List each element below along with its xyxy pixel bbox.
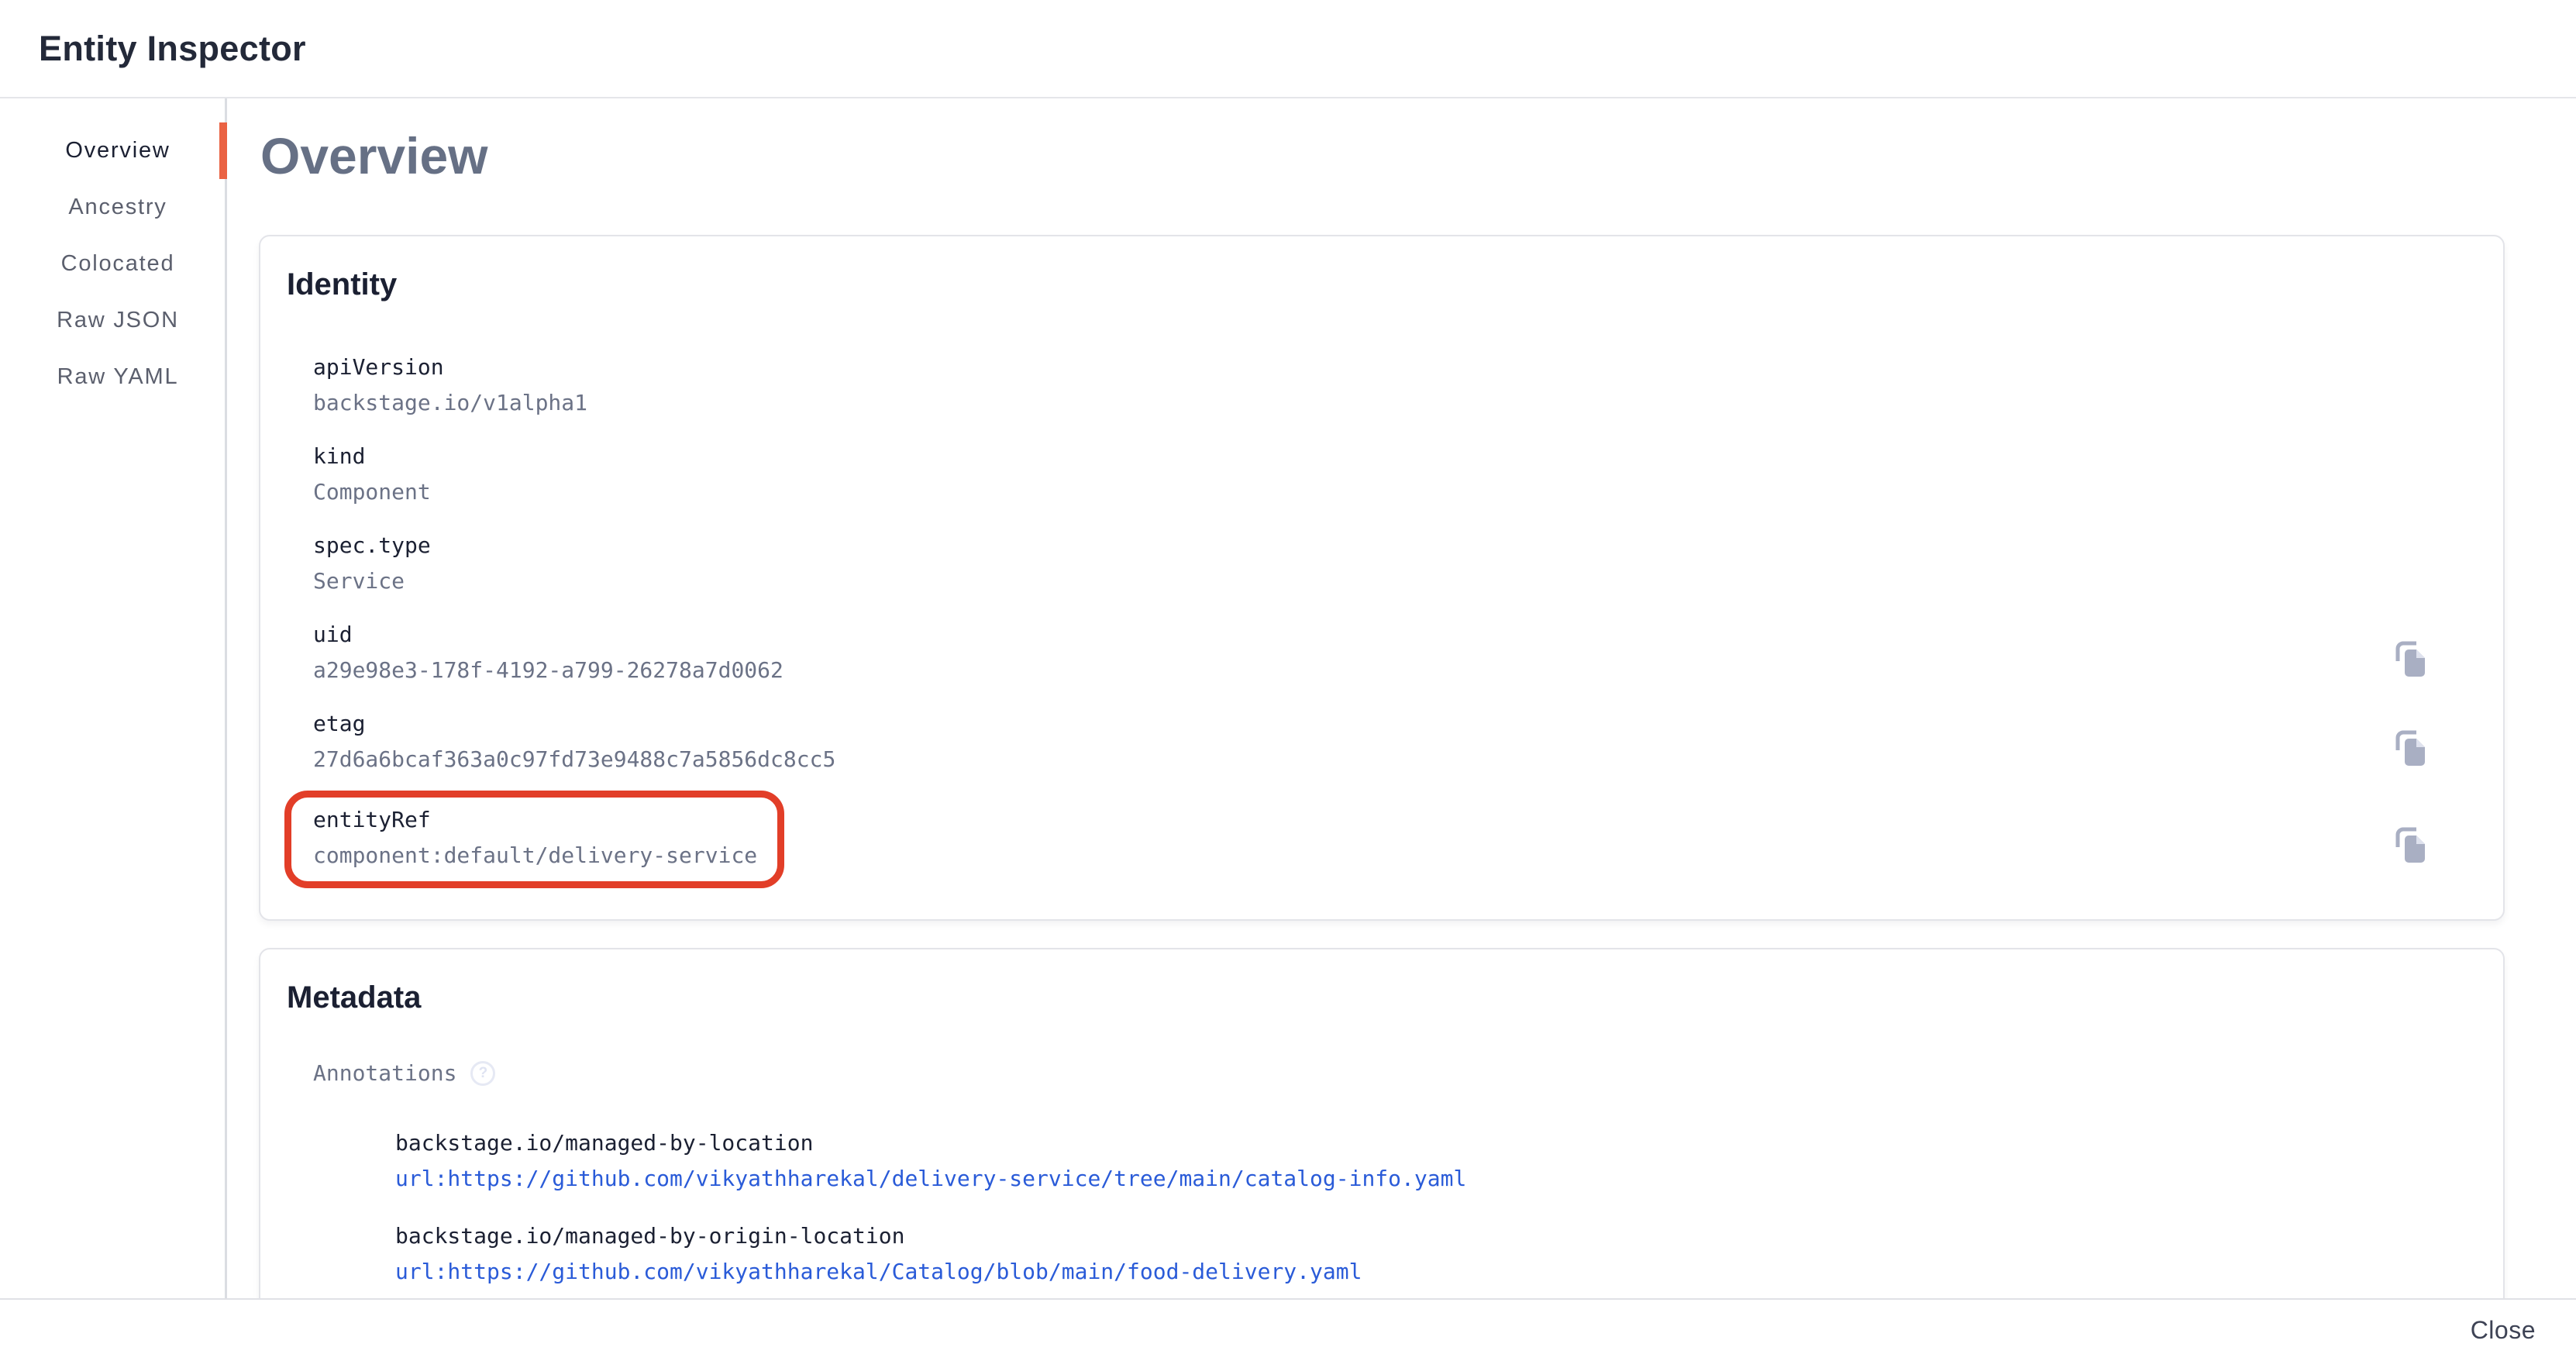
entity-inspector-dialog: Entity Inspector OverviewAncestryColocat… bbox=[0, 0, 2576, 1361]
question-mark-icon[interactable]: ? bbox=[470, 1061, 495, 1086]
close-button[interactable]: Close bbox=[2464, 1308, 2542, 1352]
sidebar: OverviewAncestryColocatedRaw JSONRaw YAM… bbox=[0, 98, 227, 1298]
identity-field-uid: uid a29e98e3-178f-4192-a799-26278a7d0062 bbox=[313, 620, 2477, 685]
field-label: etag bbox=[313, 709, 2477, 739]
annotation-key: backstage.io/managed-by-location bbox=[395, 1128, 2477, 1158]
identity-field-kind: kind Component bbox=[313, 442, 2477, 507]
field-value: Service bbox=[313, 567, 2477, 596]
annotations-label-row: Annotations ? bbox=[313, 1059, 2477, 1088]
field-value: Component bbox=[313, 477, 2477, 507]
annotation-key: backstage.io/managed-by-origin-location bbox=[395, 1221, 2477, 1251]
identity-card-title: Identity bbox=[287, 266, 2477, 303]
field-label: kind bbox=[313, 442, 2477, 471]
identity-card: Identity apiVersion backstage.io/v1alpha… bbox=[259, 235, 2505, 921]
page-title: Overview bbox=[260, 126, 2505, 185]
metadata-card-title: Metadata bbox=[287, 979, 2477, 1016]
sidebar-item-raw-json[interactable]: Raw JSON bbox=[0, 292, 225, 349]
metadata-card: Metadata Annotations ? backstage.io/mana… bbox=[259, 948, 2505, 1298]
identity-field-apiVersion: apiVersion backstage.io/v1alpha1 bbox=[313, 353, 2477, 418]
copy-icon[interactable] bbox=[2394, 826, 2428, 863]
identity-field-etag: etag 27d6a6bcaf363a0c97fd73e9488c7a5856d… bbox=[313, 709, 2477, 774]
main-content: Overview Identity apiVersion backstage.i… bbox=[227, 98, 2576, 1298]
field-content: kind Component bbox=[313, 442, 2477, 507]
field-label: uid bbox=[313, 620, 2477, 649]
dialog-title: Entity Inspector bbox=[39, 29, 306, 69]
field-content: entityRef component:default/delivery-ser… bbox=[284, 791, 784, 888]
copy-icon[interactable] bbox=[2394, 729, 2428, 767]
sidebar-item-overview[interactable]: Overview bbox=[0, 122, 225, 179]
annotation-link[interactable]: url:https://github.com/vikyathharekal/de… bbox=[395, 1164, 2477, 1194]
annotations-label: Annotations bbox=[313, 1059, 456, 1088]
field-value: a29e98e3-178f-4192-a799-26278a7d0062 bbox=[313, 656, 2477, 685]
sidebar-item-colocated[interactable]: Colocated bbox=[0, 236, 225, 292]
dialog-body: OverviewAncestryColocatedRaw JSONRaw YAM… bbox=[0, 98, 2576, 1298]
annotation-entry: backstage.io/managed-by-origin-location … bbox=[395, 1221, 2477, 1287]
dialog-header: Entity Inspector bbox=[0, 0, 2576, 98]
field-label: entityRef bbox=[313, 805, 757, 835]
field-label: spec.type bbox=[313, 531, 2477, 560]
sidebar-item-ancestry[interactable]: Ancestry bbox=[0, 179, 225, 236]
identity-field-entityRef: entityRef component:default/delivery-ser… bbox=[313, 798, 2477, 888]
dialog-footer: Close bbox=[0, 1298, 2576, 1361]
field-content: uid a29e98e3-178f-4192-a799-26278a7d0062 bbox=[313, 620, 2477, 685]
annotation-list: backstage.io/managed-by-location url:htt… bbox=[395, 1128, 2477, 1287]
field-value: component:default/delivery-service bbox=[313, 841, 757, 870]
identity-fields: apiVersion backstage.io/v1alpha1 kind Co… bbox=[313, 353, 2477, 888]
sidebar-item-raw-yaml[interactable]: Raw YAML bbox=[0, 349, 225, 405]
field-label: apiVersion bbox=[313, 353, 2477, 382]
annotation-link[interactable]: url:https://github.com/vikyathharekal/Ca… bbox=[395, 1257, 2477, 1287]
annotation-entry: backstage.io/managed-by-location url:htt… bbox=[395, 1128, 2477, 1194]
field-content: etag 27d6a6bcaf363a0c97fd73e9488c7a5856d… bbox=[313, 709, 2477, 774]
field-content: apiVersion backstage.io/v1alpha1 bbox=[313, 353, 2477, 418]
field-content: spec.type Service bbox=[313, 531, 2477, 596]
field-value: 27d6a6bcaf363a0c97fd73e9488c7a5856dc8cc5 bbox=[313, 745, 2477, 774]
field-value: backstage.io/v1alpha1 bbox=[313, 388, 2477, 418]
copy-icon[interactable] bbox=[2394, 640, 2428, 677]
identity-field-spec-type: spec.type Service bbox=[313, 531, 2477, 596]
